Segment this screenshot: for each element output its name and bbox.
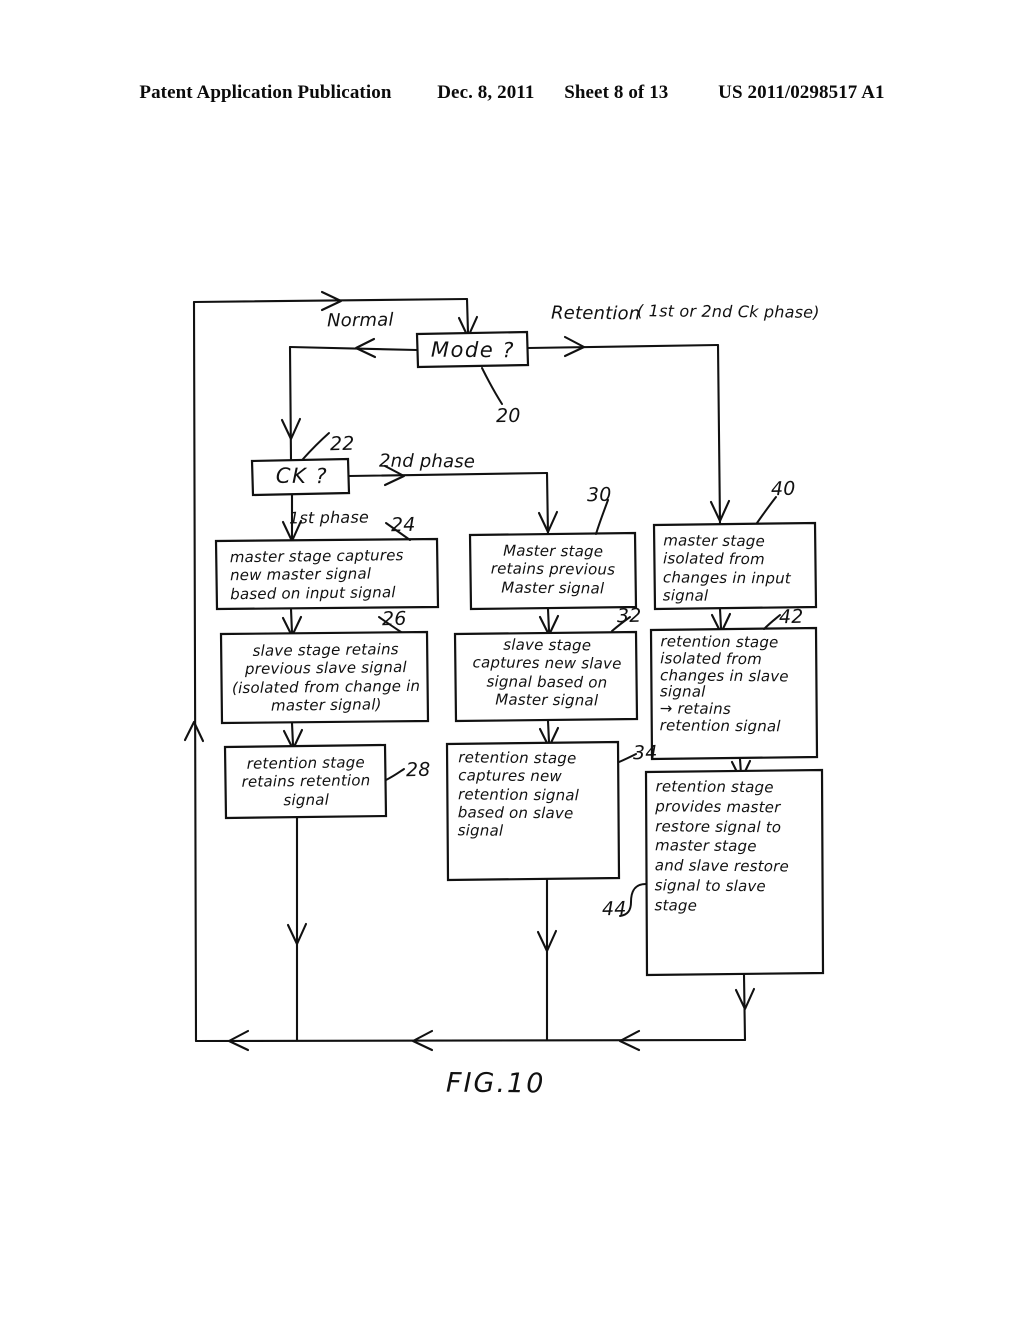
mode-entry-line	[465, 297, 470, 335]
box-34-text: retention stage captures new retention s…	[457, 748, 580, 840]
edge-label-retention: Retention	[550, 302, 641, 325]
ref-20-leader	[481, 367, 503, 405]
second-phase-line	[347, 471, 549, 478]
second-phase-down	[545, 471, 550, 537]
line-32-to-34	[546, 719, 551, 744]
line-30-to-32	[546, 607, 551, 633]
edge-label-first-phase: 1st phase	[288, 507, 370, 528]
normal-branch-down	[288, 345, 293, 462]
box-28-text: retention stage retains retention signal	[241, 753, 371, 809]
box-30-text: Master stage retains previous Master sig…	[490, 541, 616, 598]
mode-decision-label: Mode ?	[430, 337, 516, 363]
box-24-text: master stage captures new master signal …	[229, 546, 404, 603]
bottom-collector-line	[194, 1038, 747, 1043]
normal-branch-line	[288, 345, 419, 352]
box-44-text: retention stage provides master restore …	[654, 777, 790, 915]
edge-label-second-phase: 2nd phase	[378, 450, 476, 473]
ref-number-24: 24	[390, 513, 416, 537]
ref-number-34: 34	[632, 741, 658, 765]
line-40-to-42	[718, 607, 723, 630]
figure-drawing: .ln { stroke:#111111; stroke-width:2.1; …	[0, 0, 1024, 1320]
ref-42-leader	[763, 614, 781, 630]
edge-label-retention-note: ( 1st or 2nd Ck phase)	[636, 301, 820, 322]
retention-branch-line	[526, 343, 720, 350]
box-32-text: slave stage captures new slave signal ba…	[472, 635, 622, 710]
ref-number-44: 44	[601, 897, 627, 921]
ref-number-26: 26	[381, 607, 407, 631]
left-return-arrowhead	[183, 720, 205, 743]
ref-number-32: 32	[616, 604, 642, 628]
ref-number-42: 42	[778, 605, 804, 629]
retention-branch-down	[716, 343, 722, 526]
ref-number-40: 40	[770, 477, 796, 501]
box-26-text: slave stage retains previous slave signa…	[231, 640, 421, 715]
box-42-text: retention stage isolated from changes in…	[659, 632, 789, 736]
ref-28-leader	[385, 768, 405, 781]
ref-number-30: 30	[586, 483, 612, 507]
edge-label-normal: Normal	[326, 309, 394, 332]
ref-number-20: 20	[495, 404, 521, 428]
line-26-to-28	[290, 721, 295, 747]
line-24-to-26	[289, 607, 294, 635]
figure-caption: FIG.10	[445, 1067, 546, 1100]
ck-decision-label: CK ?	[275, 463, 329, 489]
ref-number-28: 28	[405, 758, 431, 782]
ref-number-22: 22	[329, 432, 355, 456]
ref-22-leader	[302, 432, 330, 460]
left-return-line	[192, 300, 198, 1043]
box-40-text: master stage isolated from changes in in…	[662, 531, 792, 605]
top-return-line	[192, 297, 469, 304]
